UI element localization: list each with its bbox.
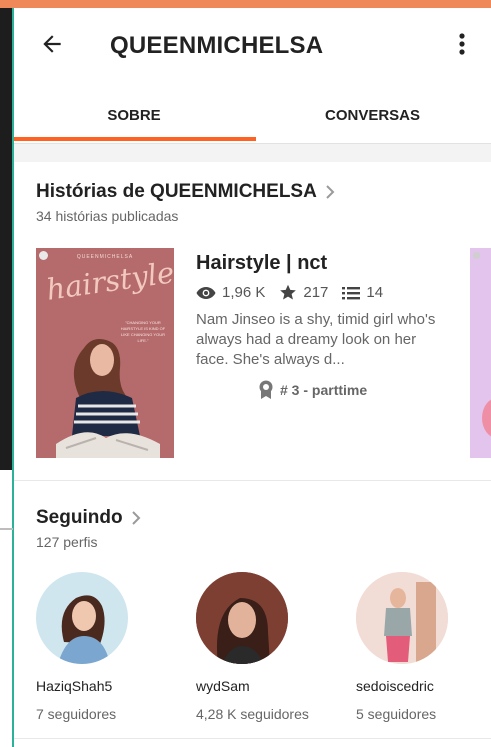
backdrop-mark [0,528,13,530]
story-title[interactable]: Hairstyle | nct [196,252,327,275]
story-parts: 14 [366,284,384,301]
profile-name: HaziqShah5 [36,678,113,694]
back-button[interactable] [38,30,66,58]
profile-card[interactable]: wydSam 4,28 K seguidores [196,572,346,722]
following-section-header[interactable]: Seguindo [36,507,141,529]
chevron-right-icon [131,510,141,526]
active-tab-indicator [14,137,256,141]
story-rank-text: # 3 - parttime [280,382,368,398]
profile-name: wydSam [196,678,250,694]
story-cover[interactable]: QUEENMICHELSA hairstyle "CHANGING YOUR H… [36,248,174,458]
avatar [196,572,288,664]
arrow-left-icon [43,35,61,53]
stories-count: 34 histórias publicadas [36,208,179,224]
profile-card[interactable]: sedoiscedric 5 seguidores [356,572,491,722]
story-votes: 217 [303,284,329,301]
avatar [36,572,128,664]
award-icon [258,380,274,400]
cover-illustration [482,398,491,438]
eye-icon [196,286,216,300]
stories-section-title: Histórias de QUEENMICHELSA [36,181,317,202]
stories-section-header[interactable]: Histórias de QUEENMICHELSA [36,181,335,203]
top-strip [0,0,491,8]
profile-sheet: QUEENMICHELSA SOBRE CONVERSAS Histórias … [14,8,491,747]
star-icon [279,284,297,301]
story-views: 1,96 K [222,284,266,301]
profile-card[interactable]: HaziqShah5 7 seguidores [36,572,186,722]
profile-name: sedoiscedric [356,678,434,694]
section-gap [14,144,491,162]
following-count: 127 perfis [36,534,98,550]
cover-illustration [56,339,160,458]
profile-followers: 7 seguidores [36,706,117,722]
next-story-cover[interactable] [470,248,491,458]
following-section-title: Seguindo [36,507,123,528]
story-description: Nam Jinseo is a shy, timid girl who's al… [196,311,436,368]
cover-badge [473,252,480,259]
story-stats: 1,96 K 217 14 [196,284,397,301]
more-options-button[interactable] [450,30,474,58]
avatar [356,572,448,664]
section-divider [14,738,491,739]
page-title: QUEENMICHELSA [110,32,324,59]
app-bar: QUEENMICHELSA [14,8,491,86]
chevron-right-icon [325,184,335,200]
tab-conversas[interactable]: CONVERSAS [254,86,491,144]
list-icon [342,286,361,300]
section-divider [14,480,491,481]
tab-bar: SOBRE CONVERSAS [14,86,491,144]
tab-sobre[interactable]: SOBRE [14,86,254,144]
story-rank: # 3 - parttime [258,380,367,400]
profile-followers: 5 seguidores [356,706,437,722]
more-vertical-icon [459,33,465,55]
profile-followers: 4,28 K seguidores [196,706,309,722]
